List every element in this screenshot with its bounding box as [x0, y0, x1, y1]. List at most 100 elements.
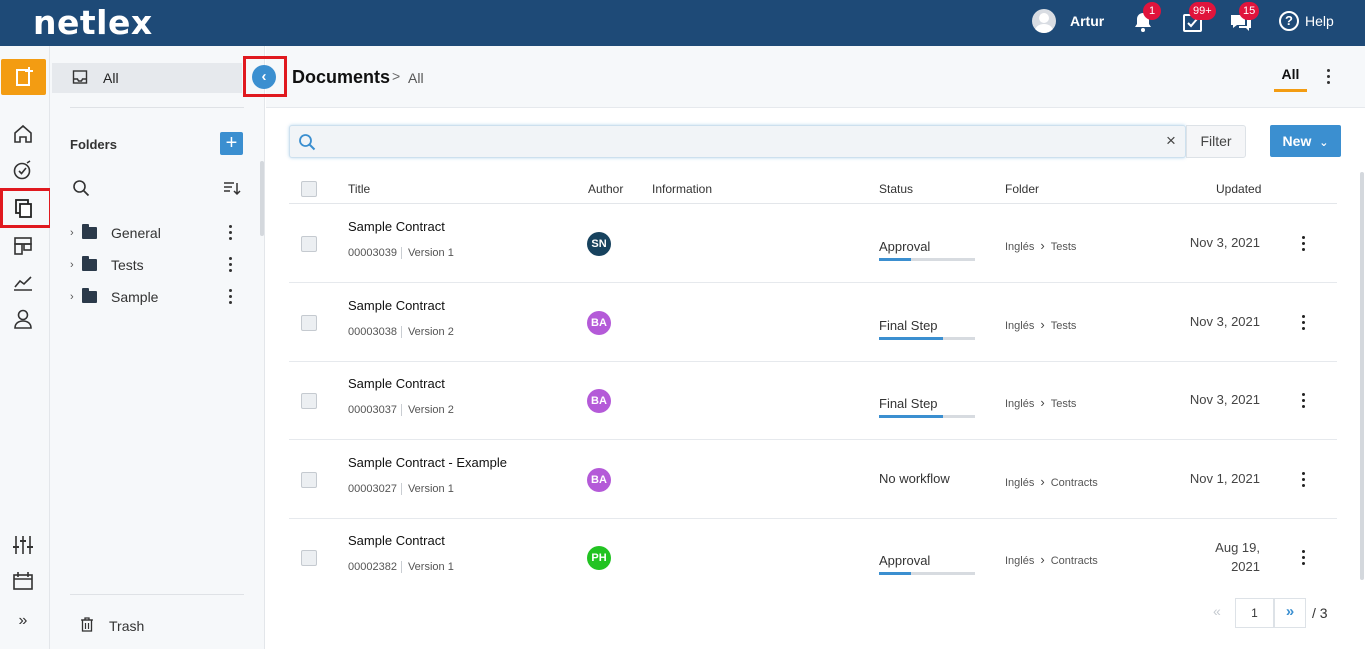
breadcrumb[interactable]: All — [408, 70, 424, 86]
author-avatar[interactable]: SN — [587, 232, 611, 256]
updated-date: Aug 19, 2021 — [1215, 540, 1260, 574]
compass-icon[interactable] — [12, 159, 34, 181]
row-menu-icon[interactable] — [1302, 236, 1306, 254]
status-progress-fill — [879, 258, 911, 261]
row-menu-icon[interactable] — [1302, 472, 1306, 490]
sort-icon[interactable] — [223, 180, 241, 201]
user-menu[interactable]: Artur — [1032, 9, 1104, 33]
netlex-logo[interactable]: netlex — [33, 3, 153, 42]
column-header-folder[interactable]: Folder — [1005, 182, 1039, 196]
folder-path[interactable]: Inglés › Tests — [1005, 395, 1076, 410]
settings-sliders-icon[interactable] — [12, 534, 34, 556]
row-checkbox[interactable] — [301, 236, 317, 252]
status-progress-bar — [879, 337, 975, 340]
status-progress-fill — [879, 415, 944, 418]
user-icon[interactable] — [12, 308, 34, 330]
status-label: Final Step — [879, 396, 938, 411]
row-menu-icon[interactable] — [1302, 315, 1306, 333]
folder-path[interactable]: Inglés › Tests — [1005, 317, 1076, 332]
folder-item-general[interactable]: › General — [70, 222, 240, 244]
column-header-author[interactable]: Author — [588, 182, 623, 196]
column-header-title[interactable]: Title — [348, 182, 370, 196]
folder-item-sample[interactable]: › Sample — [70, 286, 240, 308]
tab-all[interactable]: All — [1274, 66, 1307, 92]
more-options-icon[interactable] — [1327, 69, 1331, 85]
table-row[interactable]: Sample Contract - Example 00003027 Version… — [289, 440, 1337, 519]
add-folder-button[interactable]: + — [220, 132, 243, 155]
main-scrollbar[interactable] — [1360, 172, 1364, 580]
folder-root: Inglés — [1005, 398, 1035, 410]
folders-panel: All Folders + › General › Tests › Sample… — [50, 46, 265, 649]
filter-button[interactable]: Filter — [1186, 125, 1246, 158]
search-icon — [298, 133, 316, 151]
row-checkbox[interactable] — [301, 550, 317, 566]
folder-menu-icon[interactable] — [229, 289, 233, 305]
column-header-updated[interactable]: Updated — [1216, 182, 1261, 196]
table-row[interactable]: Sample Contract 00002382 Version 1 PH Approv… — [289, 518, 1337, 597]
tasks-badge: 99+ — [1189, 2, 1216, 20]
next-page-button[interactable]: » — [1274, 598, 1306, 628]
table-row[interactable]: Sample Contract 00003037 Version 2 BA Final … — [289, 361, 1337, 440]
documents-highlight — [0, 188, 52, 228]
home-icon[interactable] — [12, 123, 34, 145]
new-document-button[interactable] — [1, 59, 46, 95]
folders-scrollbar[interactable] — [260, 161, 264, 236]
notifications-bell-icon[interactable]: 1 — [1131, 2, 1161, 34]
folder-path[interactable]: Inglés › Contracts — [1005, 552, 1098, 567]
user-avatar[interactable] — [1032, 9, 1056, 33]
folder-menu-icon[interactable] — [229, 257, 233, 273]
tasks-check-icon[interactable]: 99+ — [1181, 2, 1216, 34]
author-avatar[interactable]: BA — [587, 389, 611, 413]
folder-search-icon[interactable] — [72, 179, 90, 202]
chevron-right-icon[interactable]: › — [70, 227, 82, 239]
document-title[interactable]: Sample Contract — [348, 376, 445, 391]
author-avatar[interactable]: BA — [587, 311, 611, 335]
clear-search-icon[interactable]: × — [1166, 131, 1176, 151]
table-row[interactable]: Sample Contract 00003038 Version 2 BA Final … — [289, 283, 1337, 362]
all-documents-item[interactable]: All — [52, 63, 242, 93]
messages-chat-icon[interactable]: 15 — [1229, 2, 1260, 34]
author-avatar[interactable]: PH — [587, 546, 611, 570]
search-input[interactable] — [326, 132, 1146, 152]
chevron-right-icon[interactable]: › — [70, 291, 82, 303]
user-name[interactable]: Artur — [1070, 13, 1104, 29]
document-meta: 00003037 Version 2 — [348, 404, 454, 416]
trash-item[interactable]: Trash — [80, 617, 144, 635]
calendar-icon[interactable] — [12, 570, 34, 592]
status-progress-bar — [879, 415, 975, 418]
folder-item-tests[interactable]: › Tests — [70, 254, 240, 276]
page-number-input[interactable]: 1 — [1235, 598, 1274, 628]
document-title[interactable]: Sample Contract — [348, 219, 445, 234]
folder-path[interactable]: Inglés › Tests — [1005, 238, 1076, 253]
help-label: Help — [1305, 13, 1334, 29]
help-question-icon: ? — [1279, 11, 1299, 31]
column-header-information[interactable]: Information — [652, 182, 712, 196]
chevron-right-icon[interactable]: › — [70, 259, 82, 271]
column-header-status[interactable]: Status — [879, 182, 913, 196]
previous-page-button[interactable]: « — [1213, 603, 1221, 619]
table-row[interactable]: Sample Contract 00003039 Version 1 SN Approv… — [289, 204, 1337, 283]
document-title[interactable]: Sample Contract — [348, 298, 445, 313]
select-all-checkbox[interactable] — [301, 181, 317, 197]
document-title[interactable]: Sample Contract - Example — [348, 455, 507, 470]
folder-menu-icon[interactable] — [229, 225, 233, 241]
expand-icon[interactable]: » — [12, 610, 34, 632]
collapse-panel-button[interactable]: ‹ — [252, 65, 276, 89]
folder-leaf: Tests — [1050, 320, 1077, 332]
help-link[interactable]: ? Help — [1279, 11, 1334, 31]
row-menu-icon[interactable] — [1302, 393, 1306, 411]
chevron-right-icon: › — [1040, 552, 1045, 567]
folder-path[interactable]: Inglés › Contracts — [1005, 474, 1098, 489]
new-button[interactable]: New ⌄ — [1270, 125, 1341, 157]
row-menu-icon[interactable] — [1302, 550, 1306, 568]
row-checkbox[interactable] — [301, 472, 317, 488]
document-version: Version 2 — [400, 326, 454, 338]
board-icon[interactable] — [12, 235, 34, 257]
document-title[interactable]: Sample Contract — [348, 533, 445, 548]
author-avatar[interactable]: BA — [587, 468, 611, 492]
chart-icon[interactable] — [12, 271, 34, 293]
row-checkbox[interactable] — [301, 315, 317, 331]
status-progress-fill — [879, 337, 944, 340]
row-checkbox[interactable] — [301, 393, 317, 409]
status-label: Final Step — [879, 318, 938, 333]
